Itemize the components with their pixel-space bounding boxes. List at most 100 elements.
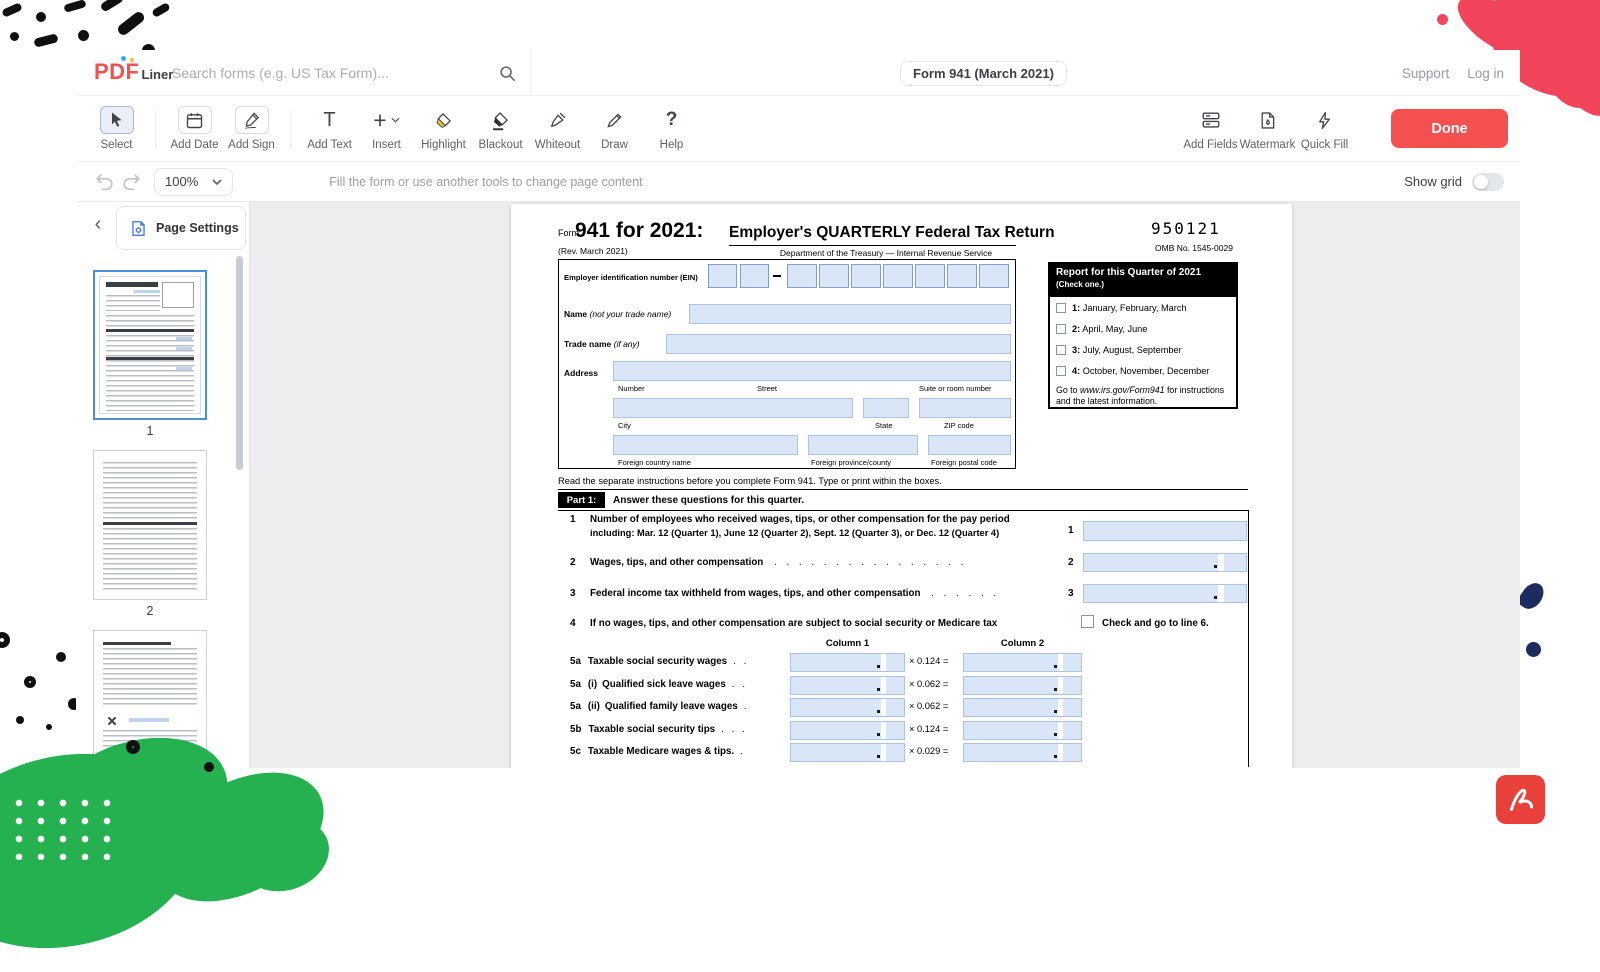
- foreign-postal-input[interactable]: [928, 435, 1011, 455]
- tool-quick-fill[interactable]: Quick Fill: [1296, 106, 1353, 151]
- show-grid-label: Show grid: [1404, 174, 1462, 189]
- thumbnail-preview: [99, 456, 201, 594]
- toolbar-divider: [155, 110, 156, 148]
- tool-add-fields[interactable]: Add Fields: [1182, 106, 1239, 151]
- line4-num: 4: [570, 618, 576, 629]
- page-settings-label: Page Settings: [156, 221, 239, 235]
- quarter-3-checkbox[interactable]: [1056, 345, 1066, 355]
- tool-blackout[interactable]: Blackout: [472, 106, 529, 151]
- redo-icon[interactable]: [118, 169, 144, 195]
- tool-help[interactable]: ? Help: [643, 106, 700, 151]
- tool-add-sign[interactable]: Add Sign: [223, 106, 280, 151]
- row5c-col2-input[interactable]: [963, 743, 1082, 762]
- state-input[interactable]: [863, 398, 909, 418]
- page-settings-button[interactable]: Page Settings: [116, 206, 246, 250]
- ein-cell[interactable]: [787, 264, 817, 288]
- ein-cell[interactable]: [740, 264, 769, 288]
- header-rule: [729, 245, 1016, 246]
- tool-add-text[interactable]: T Add Text: [301, 106, 358, 151]
- line4-checkbox[interactable]: [1081, 615, 1094, 628]
- whiteout-brush-icon: [547, 106, 568, 134]
- search-input[interactable]: [172, 65, 498, 81]
- quarter-option-1: 1: January, February, March: [1056, 303, 1234, 319]
- line2-box-num: 2: [1068, 557, 1074, 568]
- undo-icon[interactable]: [92, 169, 118, 195]
- page-number-2: 2: [93, 604, 207, 618]
- part1-badge: Part 1:: [558, 492, 605, 508]
- pdfliner-badge-icon: [1496, 775, 1545, 824]
- quarter-box-header: Report for this Quarter of 2021 (Check o…: [1050, 264, 1236, 297]
- zoom-select[interactable]: 100%: [154, 168, 233, 196]
- quarter-1-checkbox[interactable]: [1056, 303, 1066, 313]
- tool-whiteout[interactable]: Whiteout: [529, 106, 586, 151]
- zoom-value: 100%: [165, 174, 198, 189]
- ein-cell[interactable]: [915, 264, 945, 288]
- highlighter-icon: [433, 106, 454, 134]
- ein-cell[interactable]: [947, 264, 977, 288]
- line2-amount-input[interactable]: [1083, 553, 1247, 572]
- sidebar-scrollbar[interactable]: [236, 256, 243, 470]
- row5a-label: 5aTaxable social security wages. .: [570, 656, 788, 667]
- row5ai-label: 5a(i)Qualified sick leave wages. .: [570, 679, 788, 690]
- login-link[interactable]: Log in: [1467, 66, 1504, 81]
- form-dept: Department of the Treasury — Internal Re…: [729, 248, 1043, 258]
- trade-name-input[interactable]: [666, 334, 1011, 354]
- ein-cell[interactable]: [708, 264, 737, 288]
- help-icon: ?: [666, 106, 678, 134]
- tool-highlight[interactable]: Highlight: [415, 106, 472, 151]
- quarter-box: Report for this Quarter of 2021 (Check o…: [1048, 262, 1238, 409]
- trade-name-label: Trade name (if any): [564, 339, 640, 349]
- tool-add-date[interactable]: Add Date: [166, 106, 223, 151]
- address-street-input[interactable]: [613, 361, 1011, 381]
- quarter-4-checkbox[interactable]: [1056, 366, 1066, 376]
- row5a-col1-input[interactable]: [790, 653, 905, 672]
- ein-cell[interactable]: [979, 264, 1009, 288]
- ein-cell[interactable]: [883, 264, 913, 288]
- logo-pdf-text: PDF: [94, 59, 140, 84]
- row5a-col2-input[interactable]: [963, 653, 1082, 672]
- row5aii-col2-input[interactable]: [963, 698, 1082, 717]
- foreign-province-input[interactable]: [808, 435, 918, 455]
- state-sublabel: State: [875, 421, 893, 430]
- row5b-col1-input[interactable]: [790, 721, 905, 740]
- support-link[interactable]: Support: [1402, 66, 1449, 81]
- line3-amount-input[interactable]: [1083, 584, 1247, 603]
- address-number-sublabel: Number: [618, 384, 645, 393]
- row5b-col2-input[interactable]: [963, 721, 1082, 740]
- address-street-sublabel: Street: [757, 384, 777, 393]
- done-button[interactable]: Done: [1391, 109, 1508, 148]
- tool-draw[interactable]: Draw: [586, 106, 643, 151]
- page-thumbnail-1[interactable]: [93, 270, 207, 420]
- row5ai-col1-input[interactable]: [790, 676, 905, 695]
- pages-sidebar: ‹ Page Settings: [76, 202, 250, 768]
- name-input[interactable]: [689, 304, 1011, 324]
- foreign-country-input[interactable]: [613, 435, 798, 455]
- row5aii-col1-input[interactable]: [790, 698, 905, 717]
- address-suite-sublabel: Suite or room number: [919, 384, 992, 393]
- row5ai-mult: × 0.062 =: [909, 679, 948, 689]
- page-thumbnail-2[interactable]: [93, 450, 207, 600]
- row5ai-col2-input[interactable]: [963, 676, 1082, 695]
- foreign-postal-sublabel: Foreign postal code: [931, 458, 997, 467]
- quarter-title: Report for this Quarter of 2021: [1056, 267, 1230, 278]
- logo-liner-text: Liner: [142, 67, 174, 82]
- sidebar-collapse-button[interactable]: ‹: [86, 212, 110, 236]
- page-number-1: 1: [93, 424, 207, 438]
- line1-count-input[interactable]: [1083, 521, 1247, 541]
- show-grid-toggle[interactable]: [1472, 173, 1504, 191]
- blackout-marker-icon: [490, 106, 511, 134]
- tool-watermark[interactable]: Watermark: [1239, 106, 1296, 151]
- tool-insert[interactable]: + Insert: [358, 106, 415, 151]
- row5c-col1-input[interactable]: [790, 743, 905, 762]
- zip-input[interactable]: [919, 398, 1011, 418]
- app-header: PDFLiner Form 941 (March 2021) Support L…: [76, 50, 1520, 96]
- watermark-icon: [1257, 106, 1278, 134]
- quarter-2-checkbox[interactable]: [1056, 324, 1066, 334]
- tool-select[interactable]: Select: [88, 106, 145, 151]
- search-icon[interactable]: [498, 64, 516, 82]
- city-input[interactable]: [613, 398, 853, 418]
- pdfliner-logo[interactable]: PDFLiner: [94, 59, 173, 85]
- fields-icon: [1200, 106, 1222, 134]
- ein-cell[interactable]: [819, 264, 849, 288]
- ein-cell[interactable]: [851, 264, 881, 288]
